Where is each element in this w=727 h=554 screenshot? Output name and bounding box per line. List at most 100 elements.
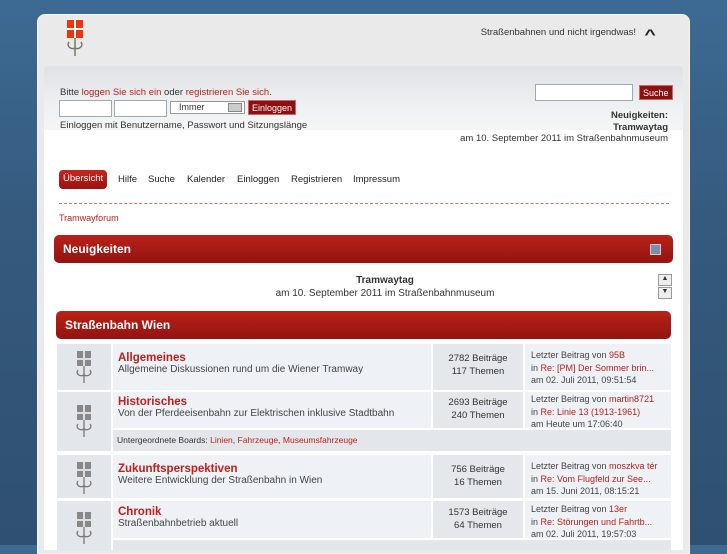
breadcrumb[interactable]: Tramwayforum <box>59 213 119 223</box>
lp-in: in <box>531 406 541 417</box>
child-boards: Untergeordnete Boards: Linien, Fahrzeuge… <box>113 430 671 451</box>
login-button[interactable]: Einloggen <box>248 100 297 115</box>
board-description: Von der Pferdeeisenbahn zur Elektrischen… <box>118 408 395 419</box>
menu-item-login[interactable]: Einloggen <box>237 174 279 185</box>
board-name-link[interactable]: Zukunftsperspektiven <box>118 463 426 475</box>
board-stats: 2782 Beiträge 117 Themen <box>433 344 523 390</box>
lp-topic-link[interactable]: Re: [PM] Der Sommer brin... <box>541 363 655 373</box>
board-name-link[interactable]: Allgemeines <box>118 352 426 364</box>
login-prefix: Bitte <box>60 87 82 98</box>
board-info: Historisches Von der Pferdeeisenbahn zur … <box>113 392 431 428</box>
lp-user-link[interactable]: 95B <box>609 350 625 360</box>
lp-by: von <box>589 461 610 471</box>
news-text: am 10. September 2011 im Straßenbahnmuse… <box>460 133 668 144</box>
lp-label: Letzter Beitrag <box>531 350 590 360</box>
search-button[interactable]: Suche <box>639 85 673 100</box>
board-description: Weitere Entwicklung der Straßenbahn in W… <box>118 475 323 486</box>
board-crest-icon <box>76 405 92 437</box>
board-info: Chronik Straßenbahnbetrieb aktuell <box>113 501 431 538</box>
login-middle: oder <box>161 87 186 98</box>
post-count: 1573 Beiträge <box>448 507 508 518</box>
post-count: 2693 Beiträge <box>448 397 508 408</box>
lp-in: in <box>531 362 541 373</box>
lp-topic-link[interactable]: Re: Linie 13 (1913-1961) <box>541 407 641 417</box>
board-description: Straßenbahnbetrieb aktuell <box>118 518 239 529</box>
child-board-link[interactable]: Linien <box>210 435 233 445</box>
topic-count: 240 Themen <box>451 410 505 421</box>
site-slogan: Straßenbahnen und nicht irgendwas! <box>480 27 636 38</box>
lp-label: Letzter Beitrag <box>531 461 590 471</box>
last-post: Letzter Beitrag von 95B in Re: [PM] Der S… <box>525 344 671 390</box>
news-scroll-up[interactable]: ▲ <box>658 274 672 286</box>
news-scroll-down[interactable]: ▼ <box>658 287 672 299</box>
lp-user-link[interactable]: martin8721 <box>609 394 654 404</box>
login-prompt: Bitte loggen Sie sich ein oder registrie… <box>60 87 272 98</box>
menu-item-help[interactable]: Hilfe <box>118 174 137 185</box>
board-icon <box>57 501 111 551</box>
collapse-news-icon[interactable] <box>650 244 661 255</box>
lp-time: am 02. Juli 2011, 09:51:54 <box>531 375 637 385</box>
menu-item-overview[interactable]: Übersicht <box>59 170 108 189</box>
board-info: Allgemeines Allgemeine Diskussionen rund … <box>113 344 431 390</box>
news-ticker: Neuigkeiten: Tramwaytag am 10. September… <box>420 110 668 145</box>
post-count: 2782 Beiträge <box>448 353 508 364</box>
lp-time: am Heute um 17:06:40 <box>531 419 623 429</box>
board-name-link[interactable]: Historisches <box>118 396 426 408</box>
site-logo[interactable] <box>64 18 86 58</box>
category-header[interactable]: Straßenbahn Wien <box>56 311 671 339</box>
session-length-select[interactable]: Immer <box>170 101 245 114</box>
topic-count: 117 Themen <box>451 366 505 377</box>
last-post: Letzter Beitrag von 13er in Re: Störungen… <box>525 501 671 539</box>
news-label: Neuigkeiten: <box>610 110 668 121</box>
news-body: Tramwaytag am 10. September 2011 im Stra… <box>200 274 570 300</box>
topic-count: 64 Themen <box>454 520 502 531</box>
menu-item-register[interactable]: Registrieren <box>291 174 342 185</box>
child-board-link[interactable]: Museumsfahrzeuge <box>283 435 358 445</box>
lp-topic-link[interactable]: Re: Vom Flugfeld zur See... <box>541 474 651 484</box>
search-input[interactable] <box>535 84 633 101</box>
board-icon <box>57 344 111 390</box>
lp-by: von <box>589 350 610 360</box>
post-count: 756 Beiträge <box>451 464 505 475</box>
board-name-link[interactable]: Chronik <box>118 506 426 518</box>
topic-count: 16 Themen <box>454 477 502 488</box>
last-post: Letzter Beitrag von moszkva tér in Re: Vo… <box>525 455 671 498</box>
child-board-link[interactable]: Fahrzeuge <box>238 435 279 445</box>
lp-time: am 02. Juli 2011, 19:57:03 <box>531 529 637 539</box>
news-header: Neuigkeiten <box>54 235 673 263</box>
register-link[interactable]: registrieren Sie sich <box>186 87 269 98</box>
lp-user-link[interactable]: 13er <box>609 504 627 514</box>
lp-topic-link[interactable]: Re: Störungen und Fahrtb... <box>541 517 653 527</box>
news-body-title: Tramwaytag <box>356 275 414 286</box>
menu-item-imprint[interactable]: Impressum <box>353 174 400 185</box>
login-link[interactable]: loggen Sie sich ein <box>82 87 162 98</box>
lp-by: von <box>589 394 610 404</box>
lp-in: in <box>531 516 541 527</box>
board-stats: 1573 Beiträge 64 Themen <box>433 501 523 538</box>
lp-time: am 15. Juni 2011, 08:15:21 <box>531 486 640 496</box>
menu-item-calendar[interactable]: Kalender <box>187 174 225 185</box>
board-crest-icon <box>76 462 92 494</box>
dropdown-arrow-icon <box>228 103 242 112</box>
login-suffix: . <box>269 87 272 98</box>
last-post: Letzter Beitrag von martin8721 in Re: Lin… <box>525 392 671 429</box>
board-crest-icon <box>76 351 92 383</box>
board-stats: 756 Beiträge 16 Themen <box>433 455 523 498</box>
lp-label: Letzter Beitrag <box>531 504 590 514</box>
session-length-value: Immer <box>179 102 205 112</box>
lp-in: in <box>531 473 541 484</box>
divider <box>59 203 669 204</box>
board-description: Allgemeine Diskussionen rund um die Wien… <box>118 364 364 375</box>
lp-user-link[interactable]: moszkva tér <box>609 461 658 471</box>
board-stats: 2693 Beiträge 240 Themen <box>433 392 523 428</box>
password-input[interactable] <box>114 100 167 117</box>
board-icon <box>57 455 111 498</box>
collapse-header-icon[interactable]: ^ <box>644 26 655 42</box>
username-input[interactable] <box>59 100 112 117</box>
board-info: Zukunftsperspektiven Weitere Entwicklung … <box>113 455 431 498</box>
child-boards-label: Untergeordnete Boards: <box>117 435 211 445</box>
news-header-title: Neuigkeiten <box>63 242 132 256</box>
news-body-text: am 10. September 2011 im Straßenbahnmuse… <box>275 288 495 299</box>
board-icon <box>57 392 111 451</box>
menu-item-search[interactable]: Suche <box>148 174 175 185</box>
